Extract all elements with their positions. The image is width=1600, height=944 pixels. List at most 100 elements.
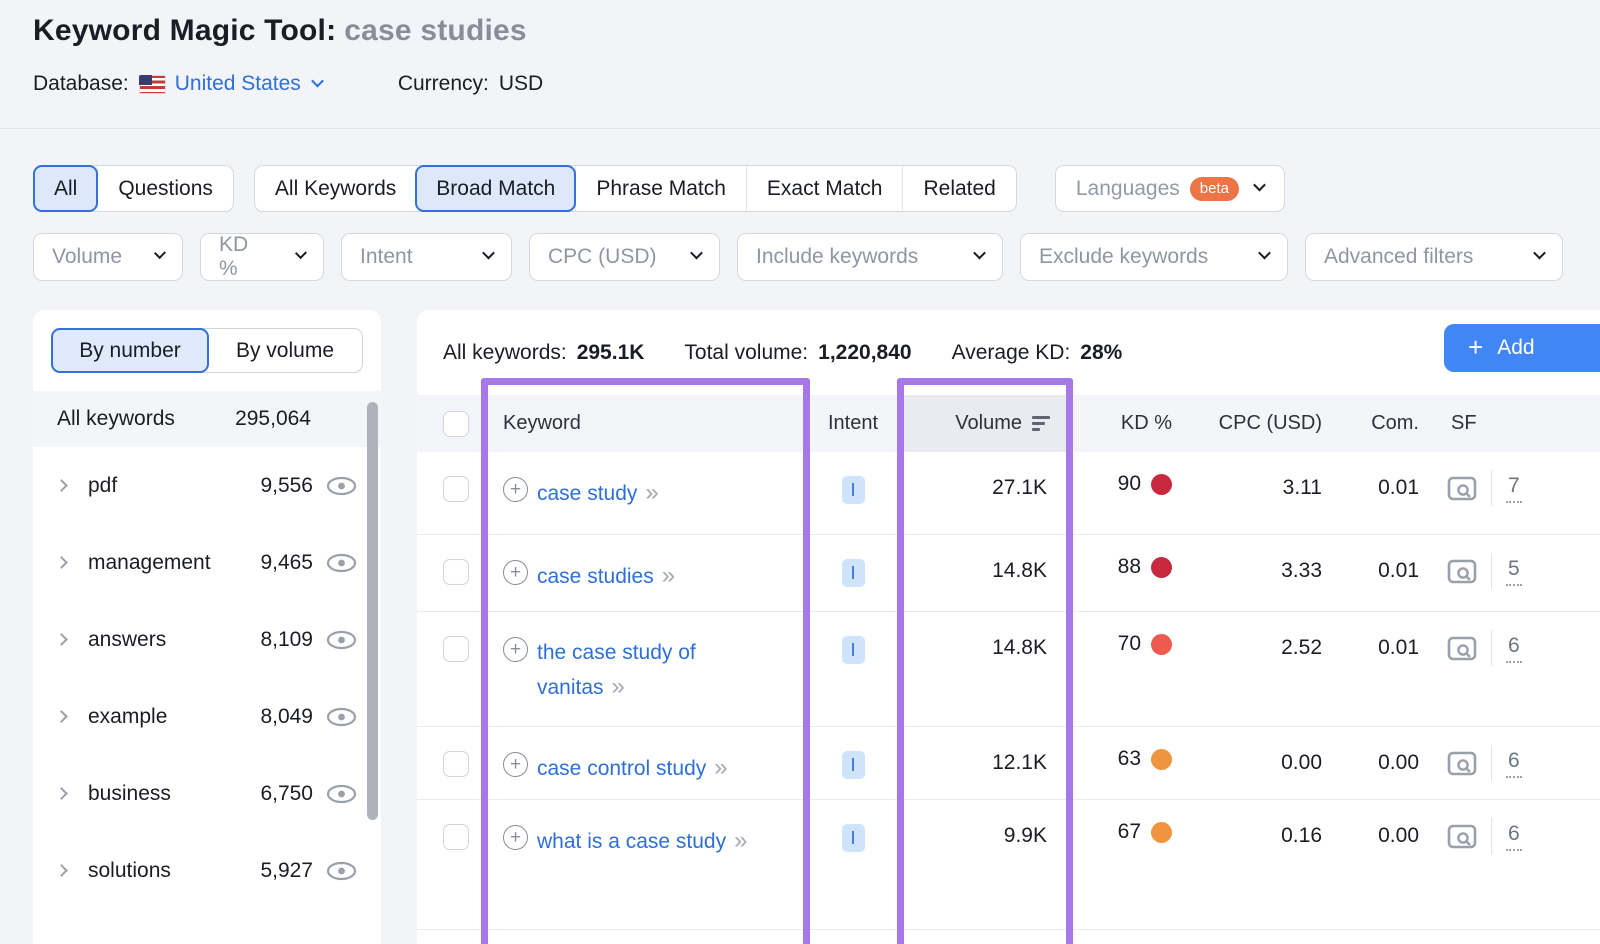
languages-dropdown[interactable]: Languages beta	[1055, 165, 1285, 212]
add-to-list-icon[interactable]: +	[503, 637, 528, 662]
filter-dropdown[interactable]: Exclude keywords	[1020, 233, 1288, 281]
chevron-right-icon[interactable]	[55, 633, 68, 646]
tab-match-type[interactable]: All Keywords	[255, 166, 416, 211]
keyword-link[interactable]: case control study	[537, 757, 706, 780]
stat-total-volume-label: Total volume:	[684, 341, 808, 365]
row-checkbox[interactable]	[443, 824, 469, 850]
filter-dropdown[interactable]: CPC (USD)	[529, 233, 720, 281]
chevron-right-icon[interactable]	[55, 479, 68, 492]
column-header-kd[interactable]: KD %	[1067, 395, 1182, 452]
stat-average-kd-value: 28%	[1080, 341, 1122, 365]
tab-scope[interactable]: All	[33, 165, 98, 212]
cpc-value: 0.16	[1182, 800, 1332, 848]
kd-value: 63	[1118, 747, 1141, 771]
add-to-list-icon[interactable]: +	[503, 752, 528, 777]
add-to-list-icon[interactable]: +	[503, 825, 528, 850]
filter-dropdown[interactable]: Volume	[33, 233, 183, 281]
tab-label: Related	[923, 177, 995, 201]
column-header-keyword[interactable]: Keyword	[487, 395, 807, 452]
sf-count-link[interactable]: 6	[1506, 749, 1522, 778]
row-checkbox[interactable]	[443, 751, 469, 777]
chevron-right-icon[interactable]	[55, 864, 68, 877]
sidebar-group-item[interactable]: business 6,750	[33, 755, 381, 832]
chevron-right-icon[interactable]	[55, 556, 68, 569]
eye-icon[interactable]	[326, 784, 357, 804]
row-checkbox[interactable]	[443, 476, 469, 502]
sort-toggle-option[interactable]: By number	[51, 328, 209, 373]
eye-icon[interactable]	[326, 707, 357, 727]
keyword-link[interactable]: case studies	[537, 565, 654, 588]
stat-all-keywords-label: All keywords:	[443, 341, 567, 365]
serp-features-icon	[1447, 476, 1477, 501]
add-to-list-icon[interactable]: +	[503, 477, 528, 502]
select-all-checkbox[interactable]	[443, 411, 469, 437]
column-header-com[interactable]: Com.	[1332, 395, 1427, 452]
toggle-label: By number	[79, 339, 181, 363]
kd-value: 70	[1118, 632, 1141, 656]
results-panel: All keywords: 295.1K Total volume: 1,220…	[417, 310, 1600, 944]
expand-keyword-icon[interactable]: »	[645, 479, 656, 506]
add-to-list-icon[interactable]: +	[503, 560, 528, 585]
toggle-label: By volume	[236, 339, 334, 363]
tab-match-type[interactable]: Related	[902, 166, 1015, 211]
sidebar-group-item[interactable]: answers 8,109	[33, 601, 381, 678]
eye-icon[interactable]	[326, 476, 357, 496]
sf-count-link[interactable]: 6	[1506, 822, 1522, 851]
sf-count-link[interactable]: 5	[1506, 557, 1522, 586]
chevron-down-icon	[690, 247, 703, 260]
volume-value: 14.8K	[899, 535, 1067, 583]
sidebar-group-item[interactable]: pdf 9,556	[33, 447, 381, 524]
column-header-intent[interactable]: Intent	[807, 395, 899, 452]
sort-toggle-option[interactable]: By volume	[208, 329, 362, 372]
group-label: example	[88, 705, 167, 729]
volume-value: 12.1K	[899, 727, 1067, 775]
expand-keyword-icon[interactable]: »	[734, 827, 745, 854]
com-value: 0.01	[1332, 612, 1427, 660]
filter-dropdown[interactable]: KD %	[200, 233, 324, 281]
tab-match-type[interactable]: Exact Match	[746, 166, 903, 211]
sf-count-link[interactable]: 6	[1506, 634, 1522, 663]
column-header-cpc[interactable]: CPC (USD)	[1182, 395, 1332, 452]
add-button-label: Add	[1497, 336, 1534, 360]
keyword-link[interactable]: what is a case study	[537, 830, 726, 853]
sf-divider	[1491, 630, 1492, 666]
column-header-volume[interactable]: Volume	[899, 395, 1067, 452]
sf-divider	[1491, 553, 1492, 589]
eye-icon[interactable]	[326, 553, 357, 573]
chevron-down-icon	[1258, 247, 1271, 260]
eye-icon[interactable]	[326, 630, 357, 650]
stat-total-volume-value: 1,220,840	[818, 341, 911, 365]
add-button[interactable]: + Add	[1444, 324, 1600, 372]
filter-dropdown[interactable]: Intent	[341, 233, 512, 281]
sidebar-group-item[interactable]: solutions 5,927	[33, 832, 381, 909]
database-value: United States	[175, 72, 301, 96]
sidebar-scrollbar[interactable]	[367, 402, 378, 820]
filter-dropdown[interactable]: Advanced filters	[1305, 233, 1563, 281]
chevron-right-icon[interactable]	[55, 787, 68, 800]
column-header-sf[interactable]: SF	[1427, 395, 1600, 452]
volume-value: 27.1K	[899, 452, 1067, 500]
chevron-right-icon[interactable]	[55, 710, 68, 723]
tab-match-type[interactable]: Phrase Match	[575, 166, 746, 211]
sf-count-link[interactable]: 7	[1506, 474, 1522, 503]
tab-match-type[interactable]: Broad Match	[415, 165, 576, 212]
expand-keyword-icon[interactable]: »	[714, 754, 725, 781]
row-checkbox[interactable]	[443, 559, 469, 585]
currency-label: Currency:	[398, 72, 489, 96]
kd-value: 67	[1118, 820, 1141, 844]
tab-label: Broad Match	[436, 177, 555, 201]
keyword-link[interactable]: case study	[537, 482, 637, 505]
group-count: 9,465	[260, 551, 313, 575]
tab-scope[interactable]: Questions	[97, 166, 233, 211]
database-select[interactable]: United States	[175, 72, 322, 96]
filter-label: Volume	[52, 245, 122, 269]
expand-keyword-icon[interactable]: »	[612, 673, 623, 700]
sidebar-group-item[interactable]: example 8,049	[33, 678, 381, 755]
sidebar-group-item[interactable]: management 9,465	[33, 524, 381, 601]
row-checkbox[interactable]	[443, 636, 469, 662]
sidebar-all-keywords-row[interactable]: All keywords 295,064	[33, 391, 381, 447]
filter-dropdown[interactable]: Include keywords	[737, 233, 1003, 281]
eye-icon[interactable]	[326, 861, 357, 881]
expand-keyword-icon[interactable]: »	[662, 562, 673, 589]
intent-badge: I	[842, 751, 865, 779]
